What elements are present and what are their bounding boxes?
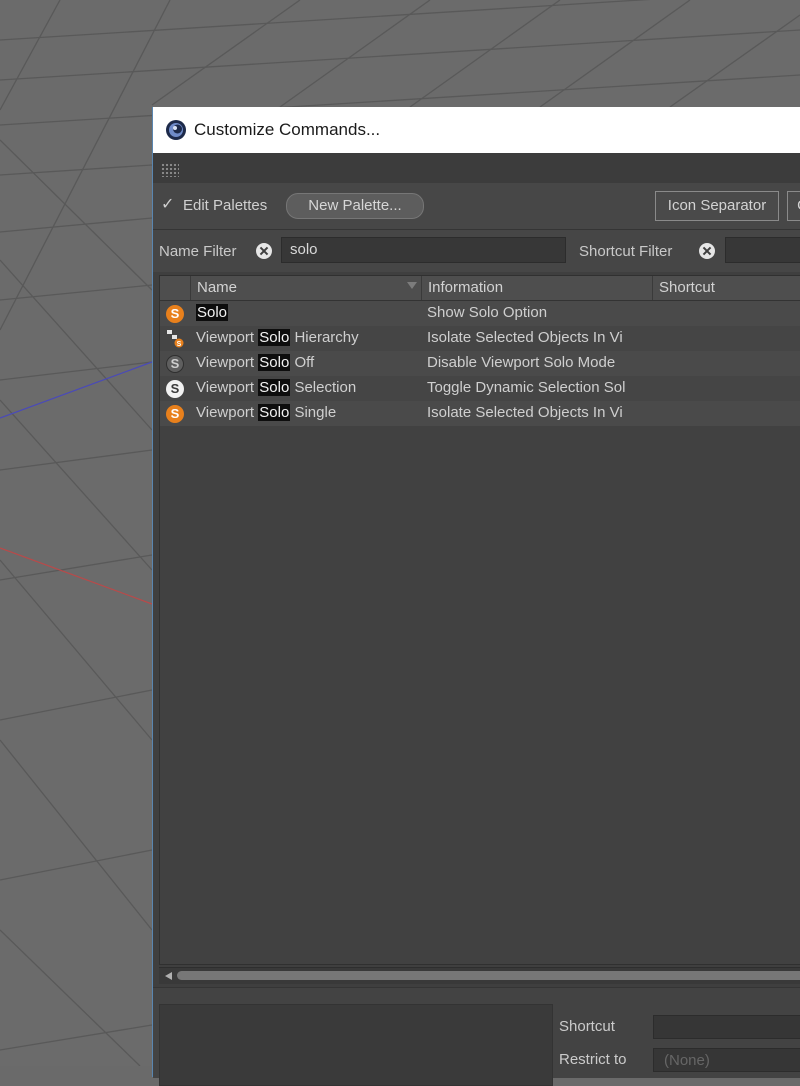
scroll-left-icon[interactable]: [165, 972, 172, 980]
shortcut-label: Shortcut: [559, 1018, 615, 1035]
clear-name-filter-icon[interactable]: [256, 243, 272, 259]
customize-commands-dialog: Customize Commands... ✓ Edit Palettes Ne…: [152, 107, 800, 1086]
name-filter-input[interactable]: [281, 237, 566, 263]
restrict-to-label: Restrict to: [559, 1051, 627, 1068]
group-button[interactable]: G: [787, 191, 800, 221]
scrollbar-thumb[interactable]: [177, 971, 800, 980]
column-header-information[interactable]: Information: [421, 276, 652, 300]
icon-separator-button[interactable]: Icon Separator: [655, 191, 779, 221]
restrict-to-dropdown[interactable]: (None): [653, 1048, 800, 1072]
command-name: Viewport Solo Selection: [196, 379, 357, 396]
command-details-panel: Shortcut Restrict to (None): [153, 987, 800, 1086]
solo-selection-icon: S: [166, 380, 184, 398]
command-information: Isolate Selected Objects In Vi: [427, 329, 623, 346]
table-row[interactable]: S Viewport Solo Selection Toggle Dynamic…: [160, 376, 800, 401]
icon-column-header[interactable]: [160, 276, 190, 300]
solo-icon: S: [166, 305, 184, 323]
table-row[interactable]: S Viewport Solo Hierarchy Isolate Select…: [160, 326, 800, 351]
grip-handle-icon[interactable]: [161, 163, 179, 177]
clear-shortcut-filter-icon[interactable]: [699, 243, 715, 259]
shortcut-input[interactable]: [653, 1015, 800, 1039]
shortcut-filter-input[interactable]: [725, 237, 800, 263]
dialog-titlebar[interactable]: Customize Commands...: [153, 107, 800, 153]
command-name: Solo: [196, 304, 229, 321]
sort-indicator-icon: [407, 282, 417, 289]
command-name: Viewport Solo Off: [196, 354, 315, 371]
new-palette-button[interactable]: New Palette...: [286, 193, 424, 219]
name-filter-label: Name Filter: [159, 243, 237, 260]
solo-off-icon: S: [166, 355, 184, 373]
command-information: Show Solo Option: [427, 304, 548, 321]
commands-table: Name Information Shortcut S Solo Show So…: [159, 275, 800, 965]
horizontal-scrollbar[interactable]: [159, 967, 800, 984]
table-row[interactable]: S Viewport Solo Single Isolate Selected …: [160, 401, 800, 426]
column-header-name[interactable]: Name: [190, 276, 421, 300]
checkmark-icon[interactable]: ✓: [161, 197, 175, 213]
shortcut-filter-label: Shortcut Filter: [579, 243, 673, 260]
svg-text:S: S: [177, 341, 182, 348]
table-row[interactable]: S Solo Show Solo Option: [160, 301, 800, 326]
palette-toolbar: ✓ Edit Palettes New Palette... Icon Sepa…: [153, 183, 800, 230]
command-name: Viewport Solo Single: [196, 404, 337, 421]
hierarchy-icon: S: [167, 330, 184, 348]
cinema4d-logo-icon: [166, 120, 186, 140]
table-row[interactable]: S Viewport Solo Off Disable Viewport Sol…: [160, 351, 800, 376]
menu-grip-bar: [153, 153, 800, 184]
filter-row: Name Filter Shortcut Filter: [153, 230, 800, 272]
command-name: Viewport Solo Hierarchy: [196, 329, 359, 346]
dialog-title: Customize Commands...: [194, 120, 381, 139]
edit-palettes-label[interactable]: Edit Palettes: [183, 197, 267, 214]
solo-single-icon: S: [166, 405, 184, 423]
command-preview-area: [159, 1004, 553, 1086]
table-header: Name Information Shortcut: [160, 276, 800, 301]
command-information: Isolate Selected Objects In Vi: [427, 404, 623, 421]
column-header-shortcut[interactable]: Shortcut: [652, 276, 800, 300]
command-information: Toggle Dynamic Selection Sol: [427, 379, 626, 396]
command-information: Disable Viewport Solo Mode: [427, 354, 616, 371]
